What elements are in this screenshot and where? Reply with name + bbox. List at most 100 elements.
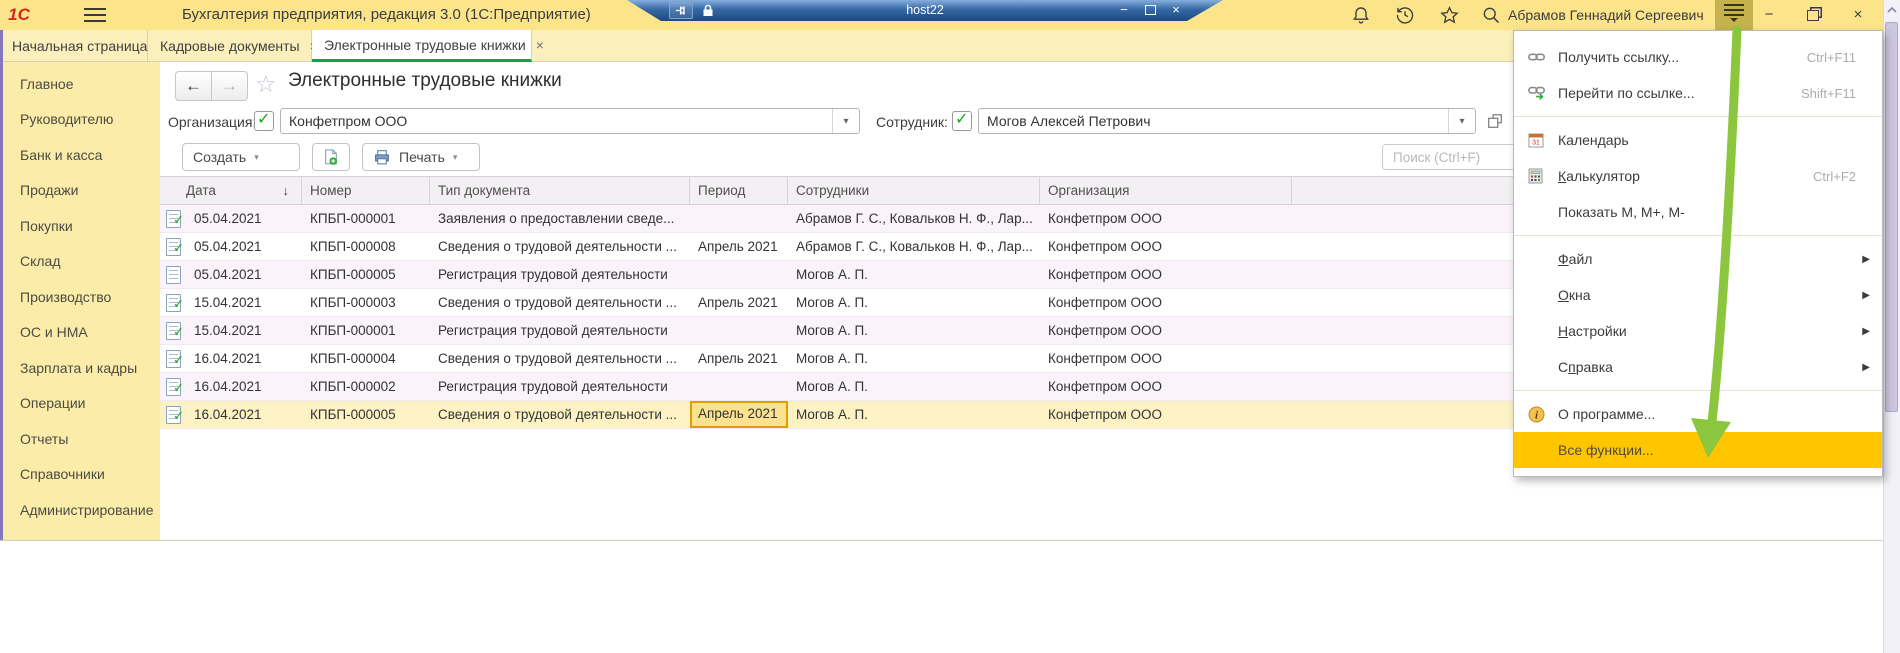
column-header-doctype[interactable]: Тип документа <box>430 177 690 204</box>
menu-item-all-functions[interactable]: Все функции... <box>1514 432 1882 468</box>
tab-label: Кадровые документы <box>160 38 300 54</box>
sidebar-item-3[interactable]: Продажи <box>3 173 160 209</box>
sidebar-item-10[interactable]: Отчеты <box>3 421 160 457</box>
menu-item-calculator[interactable]: Калькулятор Ctrl+F2 <box>1514 158 1882 194</box>
cell-employees: Абрамов Г. С., Ковальков Н. Ф., Лар... <box>788 205 1040 232</box>
cell-date: 15.04.2021 <box>186 317 302 344</box>
menu-item-label: Все функции... <box>1558 442 1870 458</box>
employee-input[interactable] <box>979 113 1448 129</box>
menu-item-show-m[interactable]: Показать М, М+, М- <box>1514 194 1882 230</box>
employee-open-button[interactable] <box>1486 112 1504 130</box>
main-menu-dropdown: Получить ссылку... Ctrl+F11 Перейти по с… <box>1513 30 1883 477</box>
sidebar-item-1[interactable]: Руководителю <box>3 102 160 138</box>
table-search-field <box>1382 144 1532 170</box>
sidebar-item-4[interactable]: Покупки <box>3 208 160 244</box>
rdp-minimize-button[interactable]: − <box>1111 0 1137 21</box>
print-button[interactable]: Печать ▾ <box>362 143 480 171</box>
rdp-restore-button[interactable] <box>1137 0 1163 21</box>
tab-elektronnye-trudovye-knizhki[interactable]: Электронные трудовые книжки × <box>312 30 532 62</box>
cell-date: 05.04.2021 <box>186 205 302 232</box>
restore-icon <box>1807 10 1819 21</box>
link-go-icon <box>1528 85 1558 101</box>
document-status-icon <box>166 210 181 228</box>
scrollbar-up-button[interactable] <box>1883 0 1900 18</box>
cell-doctype: Регистрация трудовой деятельности <box>430 317 690 344</box>
column-header-date[interactable]: Дата↓ <box>160 177 302 204</box>
menu-separator <box>1514 235 1882 236</box>
menu-item-windows[interactable]: Окна ▶ <box>1514 277 1882 313</box>
document-status-icon <box>166 294 181 312</box>
column-header-organization[interactable]: Организация <box>1040 177 1292 204</box>
sidebar-item-6[interactable]: Производство <box>3 279 160 315</box>
cell-period-focused[interactable]: Апрель 2021 <box>690 401 788 428</box>
sidebar-item-11[interactable]: Справочники <box>3 457 160 493</box>
column-header-number[interactable]: Номер <box>302 177 430 204</box>
search-input[interactable] <box>1383 145 1531 169</box>
create-by-copy-button[interactable] <box>312 143 350 171</box>
tab-home[interactable]: Начальная страница <box>0 30 148 61</box>
hamburger-icon <box>1724 9 1744 11</box>
menu-item-help[interactable]: Справка ▶ <box>1514 349 1882 385</box>
chevron-down-icon <box>1730 18 1738 22</box>
cell-doctype: Сведения о трудовой деятельности ... <box>430 233 690 260</box>
organization-filter-checkbox[interactable] <box>254 111 274 131</box>
document-status-icon <box>166 266 181 284</box>
notifications-button[interactable] <box>1348 4 1374 26</box>
restore-icon <box>1145 5 1156 15</box>
sidebar-item-8[interactable]: Зарплата и кадры <box>3 350 160 386</box>
cell-employees: Абрамов Г. С., Ковальков Н. Ф., Лар... <box>788 233 1040 260</box>
cell-employees: Могов А. П. <box>788 345 1040 372</box>
menu-item-label: Окна <box>1558 287 1862 303</box>
window-close-button[interactable]: × <box>1841 0 1875 30</box>
window-minimize-button[interactable]: − <box>1752 0 1786 30</box>
menu-item-get-link[interactable]: Получить ссылку... Ctrl+F11 <box>1514 39 1882 75</box>
column-header-period[interactable]: Период <box>690 177 788 204</box>
add-to-favorites-star-icon[interactable]: ☆ <box>255 70 277 99</box>
employee-dropdown-button[interactable]: ▾ <box>1448 109 1475 133</box>
back-button[interactable]: ← <box>175 71 212 101</box>
window-bottom-edge <box>0 540 1883 541</box>
column-header-employees[interactable]: Сотрудники <box>788 177 1040 204</box>
cell-organization: Конфетпром ООО <box>1040 233 1292 260</box>
create-button-label: Создать <box>193 149 246 165</box>
menu-item-label: О программе... <box>1558 406 1870 422</box>
tab-kadrovye-dokumenty[interactable]: Кадровые документы × <box>148 30 312 61</box>
sidebar-item-9[interactable]: Операции <box>3 386 160 422</box>
main-menu-button[interactable] <box>1715 0 1753 30</box>
organization-input[interactable] <box>281 113 832 129</box>
employee-filter-checkbox[interactable] <box>952 111 972 131</box>
info-icon: i <box>1528 406 1558 423</box>
menu-item-go-to-link[interactable]: Перейти по ссылке... Shift+F11 <box>1514 75 1882 111</box>
global-search-button[interactable] <box>1478 4 1504 26</box>
forward-button[interactable]: → <box>212 71 248 101</box>
menu-shortcut: Ctrl+F2 <box>1813 169 1856 184</box>
menu-item-label: Калькулятор <box>1558 168 1813 184</box>
current-user[interactable]: Абрамов Геннадий Сергеевич <box>1508 0 1704 30</box>
sidebar-item-2[interactable]: Банк и касса <box>3 137 160 173</box>
sidebar-item-7[interactable]: ОС и НМА <box>3 315 160 351</box>
menu-item-file[interactable]: Файл ▶ <box>1514 241 1882 277</box>
history-button[interactable] <box>1392 4 1418 26</box>
tab-close-icon[interactable]: × <box>536 37 544 53</box>
scrollbar-thumb[interactable] <box>1885 22 1898 412</box>
organization-filter-label: Организация: <box>168 114 256 130</box>
organization-dropdown-button[interactable]: ▾ <box>832 109 859 133</box>
rdp-close-button[interactable]: × <box>1163 0 1189 21</box>
window-restore-button[interactable] <box>1796 0 1830 30</box>
menu-item-about[interactable]: i О программе... <box>1514 396 1882 432</box>
nav-buttons: ← → <box>175 71 248 101</box>
cell-period: Апрель 2021 <box>690 233 788 260</box>
tab-label: Начальная страница <box>12 38 147 54</box>
sidebar-item-5[interactable]: Склад <box>3 244 160 280</box>
back-arrow-icon: ← <box>185 76 202 96</box>
document-status-icon <box>166 378 181 396</box>
menu-item-settings[interactable]: Настройки ▶ <box>1514 313 1882 349</box>
cell-number: КПБП-000001 <box>302 317 430 344</box>
sidebar-item-0[interactable]: Главное <box>3 66 160 102</box>
panel-menu-button[interactable] <box>78 4 112 26</box>
sidebar-item-12[interactable]: Администрирование <box>3 492 160 528</box>
search-icon <box>1481 5 1501 25</box>
favorites-button[interactable] <box>1436 4 1462 26</box>
create-button[interactable]: Создать ▾ <box>182 143 300 171</box>
menu-item-calendar[interactable]: 31 Календарь <box>1514 122 1882 158</box>
